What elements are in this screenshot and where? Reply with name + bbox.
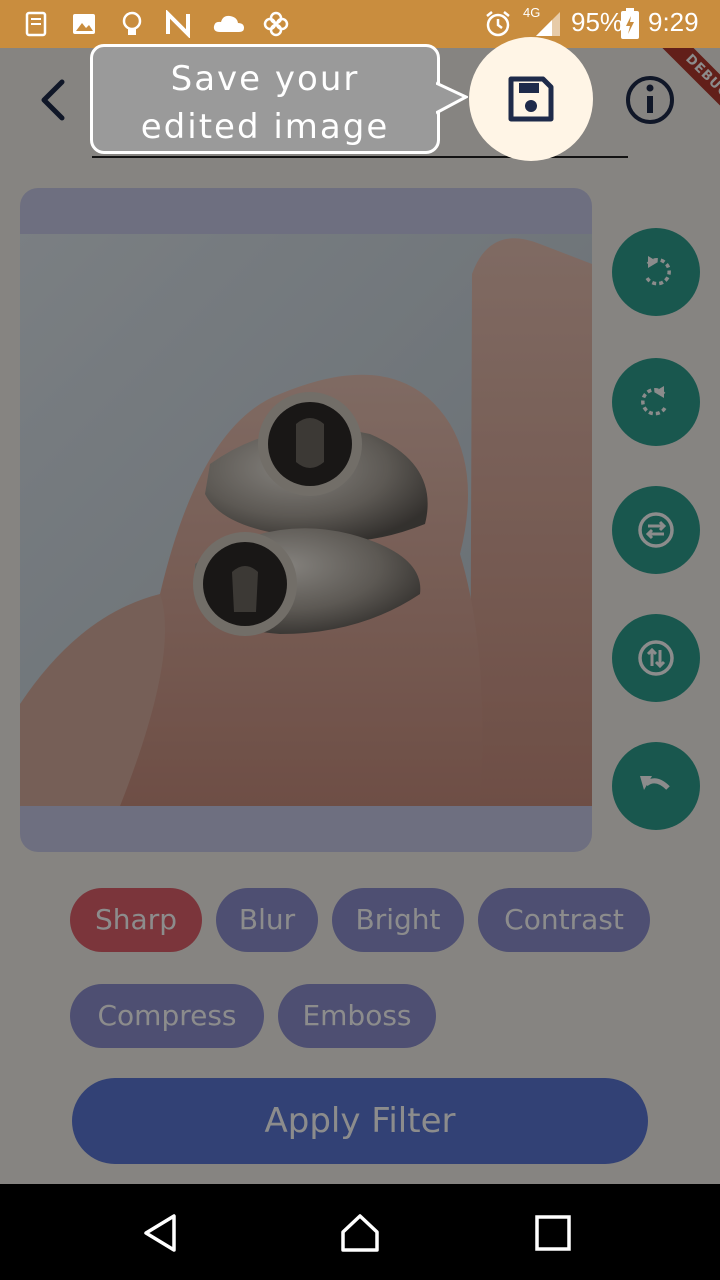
undo-icon <box>640 776 670 790</box>
nav-home-icon[interactable] <box>339 1212 381 1254</box>
flip-horizontal-icon <box>638 512 674 548</box>
undo-button[interactable] <box>612 742 700 830</box>
battery-icon <box>621 8 639 39</box>
clock: 9:29 <box>648 7 699 37</box>
lightbulb-icon <box>122 11 142 35</box>
flip-horizontal-button[interactable] <box>612 486 700 574</box>
battery-percent: 95% <box>571 7 624 37</box>
signal-icon <box>536 12 560 36</box>
n-app-icon <box>166 10 190 38</box>
pinwheel-icon <box>263 11 289 37</box>
debug-banner: DEBUG <box>640 48 720 128</box>
nav-back-icon[interactable] <box>140 1212 182 1254</box>
rotate-left-icon <box>644 256 671 286</box>
back-chevron-icon[interactable] <box>34 78 74 122</box>
cloud-icon <box>213 15 244 32</box>
ring-photo <box>20 234 592 806</box>
rotate-right-button[interactable] <box>612 358 700 446</box>
tooltip: Save your edited image <box>90 44 440 154</box>
status-bar: 4G 95% 9:29 <box>0 0 720 48</box>
tooltip-arrow <box>436 81 468 115</box>
nav-recents-icon[interactable] <box>532 1212 574 1254</box>
apply-filter-button[interactable]: Apply Filter <box>72 1078 648 1164</box>
rotate-right-icon <box>641 386 668 416</box>
filter-chip-contrast[interactable]: Contrast <box>478 888 650 952</box>
notebook-icon <box>25 11 47 37</box>
save-icon[interactable] <box>505 73 557 125</box>
rotate-left-button[interactable] <box>612 228 700 316</box>
tooltip-text: Save your edited image <box>140 59 390 147</box>
filter-chip-compress[interactable]: Compress <box>70 984 264 1048</box>
filter-chip-bright[interactable]: Bright <box>332 888 464 952</box>
filter-chip-blur[interactable]: Blur <box>216 888 318 952</box>
filter-chip-sharp[interactable]: Sharp <box>70 888 202 952</box>
flip-vertical-icon <box>638 640 674 676</box>
image-icon <box>73 14 95 34</box>
alarm-icon <box>486 11 510 37</box>
flip-vertical-button[interactable] <box>612 614 700 702</box>
filter-chip-emboss[interactable]: Emboss <box>278 984 436 1048</box>
